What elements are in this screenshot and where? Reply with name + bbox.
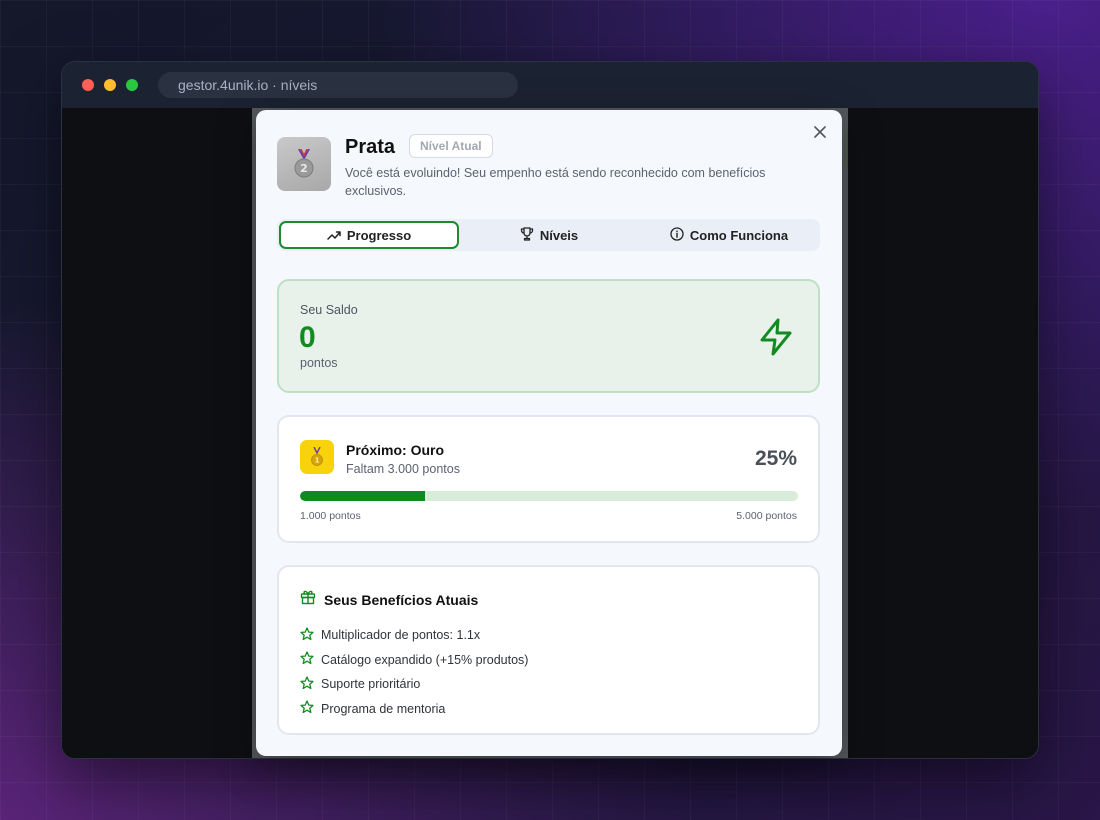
silver-medal-icon: 2: [277, 137, 331, 191]
points-remaining: Faltam 3.000 pontos: [346, 462, 460, 476]
benefit-item: Programa de mentoria: [300, 697, 528, 722]
balance-unit: pontos: [300, 356, 338, 370]
progress-min-label: 1.000 pontos: [300, 510, 361, 522]
address-bar[interactable]: gestor.4unik.io · níveis: [158, 72, 518, 98]
close-window-dot[interactable]: [82, 79, 94, 91]
star-icon: [300, 627, 314, 644]
tab-bar: Progresso Níveis Como Funciona: [277, 219, 820, 251]
benefit-label: Multiplicador de pontos: 1.1x: [321, 628, 481, 643]
gift-icon: [300, 589, 316, 610]
next-level-title: Próximo: Ouro: [346, 442, 445, 458]
overlay-edge: [842, 108, 847, 756]
benefits-header: Seus Benefícios Atuais: [300, 589, 478, 610]
bolt-icon: [756, 317, 796, 357]
star-icon: [300, 676, 314, 693]
maximize-window-dot[interactable]: [126, 79, 138, 91]
browser-titlebar: gestor.4unik.io · níveis: [62, 62, 1038, 108]
progress-percent: 25%: [754, 447, 797, 470]
benefit-item: Suporte prioritário: [300, 672, 528, 697]
benefits-list: Multiplicador de pontos: 1.1x Catálogo ex…: [300, 623, 528, 721]
trending-up-icon: [327, 228, 341, 243]
benefit-item: Catálogo expandido (+15% produtos): [300, 648, 528, 673]
benefit-label: Suporte prioritário: [321, 677, 421, 692]
tab-label: Níveis: [539, 227, 579, 243]
benefits-card: Seus Benefícios Atuais Multiplicador de …: [277, 565, 820, 735]
level-modal: 2 Prata Nível Atual Você está evoluindo!…: [256, 110, 842, 756]
progress-bar: [300, 491, 798, 501]
benefit-label: Catálogo expandido (+15% produtos): [321, 652, 529, 667]
star-icon: [300, 651, 314, 668]
trophy-icon: [520, 226, 534, 244]
next-level-card: 1 Próximo: Ouro Faltam 3.000 pontos 25% …: [277, 415, 820, 543]
level-title: Prata: [345, 136, 396, 158]
tab-label: Como Funciona: [689, 227, 789, 243]
balance-label: Seu Saldo: [300, 303, 358, 317]
tab-niveis[interactable]: Níveis: [459, 219, 639, 251]
gold-medal-icon: 1: [300, 440, 334, 474]
benefit-item: Multiplicador de pontos: 1.1x: [300, 623, 528, 648]
star-icon: [300, 700, 314, 717]
minimize-window-dot[interactable]: [104, 79, 116, 91]
benefits-title: Seus Benefícios Atuais: [324, 591, 479, 608]
info-icon: [670, 226, 684, 244]
balance-value: 0: [299, 321, 316, 354]
progress-max-label: 5.000 pontos: [736, 510, 797, 522]
progress-bar-fill: [300, 491, 425, 501]
svg-text:2: 2: [300, 162, 308, 175]
balance-card: Seu Saldo 0 pontos: [277, 279, 820, 393]
close-icon[interactable]: [812, 124, 828, 140]
current-level-badge: Nível Atual: [409, 134, 493, 158]
tab-label: Progresso: [346, 227, 412, 243]
tab-progresso[interactable]: Progresso: [279, 221, 459, 249]
benefit-label: Programa de mentoria: [321, 701, 446, 716]
tab-como-funciona[interactable]: Como Funciona: [639, 219, 819, 251]
level-description: Você está evoluindo! Seu empenho está se…: [345, 166, 766, 198]
svg-text:1: 1: [315, 457, 320, 465]
